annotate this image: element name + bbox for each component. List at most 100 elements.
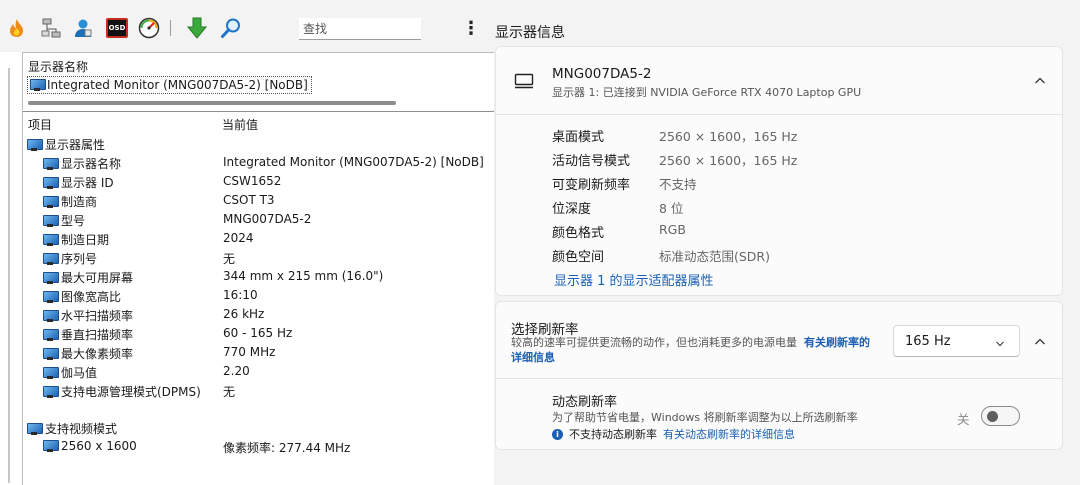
monitor-icon <box>27 422 43 435</box>
row-value: CSW1652 <box>223 174 282 188</box>
row-value: 16:10 <box>223 288 258 302</box>
detail-key: 桌面模式 <box>552 130 605 145</box>
row-value: 60 - 165 Hz <box>223 326 293 340</box>
row-key: 序列号 <box>61 252 98 266</box>
monitor-icon <box>43 176 59 189</box>
detail-key: 位深度 <box>552 202 592 217</box>
monitor-header[interactable]: MNG007DA5-2 显示器 1: 已连接到 NVIDIA GeForce R… <box>496 47 1062 115</box>
refresh-rate-desc-text: 较高的速率可提供更流畅的动作，但也消耗更多的电源电量 <box>511 336 797 349</box>
table-row[interactable]: 显示器名称 Integrated Monitor (MNG007DA5-2) [… <box>23 153 493 172</box>
group-label: 支持视频模式 <box>45 422 118 436</box>
dynamic-refresh-help-link[interactable]: 有关动态刷新率的详细信息 <box>663 426 795 442</box>
table-row[interactable]: 序列号 无 <box>23 248 493 267</box>
detail-value: RGB <box>659 222 686 237</box>
monitor-icon <box>43 195 59 208</box>
chevron-up-icon[interactable] <box>1034 75 1046 87</box>
refresh-rate-description: 较高的速率可提供更流畅的动作，但也消耗更多的电源电量 有关刷新率的详细信息 <box>511 335 876 365</box>
detail-key: 可变刷新频率 <box>552 178 631 193</box>
monitor-icon <box>30 79 46 91</box>
user-icon[interactable] <box>72 17 94 39</box>
monitor-name: MNG007DA5-2 <box>552 66 652 82</box>
monitor-icon <box>43 233 59 246</box>
row-value: 无 <box>223 385 236 399</box>
search-icon[interactable] <box>220 17 242 39</box>
properties-list: 项目 当前值 显示器属性 显示器名称 Integrated Monitor (M… <box>22 111 494 485</box>
row-value: 26 kHz <box>223 307 265 321</box>
detail-row: 可变刷新频率 不支持 <box>552 171 1032 193</box>
row-value: CSOT T3 <box>223 193 275 207</box>
table-row[interactable]: 支持电源管理模式(DPMS) 无 <box>23 381 493 400</box>
gauge-icon[interactable] <box>138 17 160 39</box>
download-icon[interactable] <box>186 17 208 39</box>
detail-value: 2560 × 1600，165 Hz <box>659 153 798 168</box>
network-icon[interactable] <box>40 17 62 39</box>
toolbar: OSD ⋮ <box>0 0 494 52</box>
table-row[interactable]: 水平扫描频率 26 kHz <box>23 305 493 324</box>
row-key: 型号 <box>61 214 86 228</box>
display-icon <box>514 73 534 89</box>
table-row[interactable]: 型号 MNG007DA5-2 <box>23 210 493 229</box>
row-value: 770 MHz <box>223 345 276 359</box>
detail-key: 颜色格式 <box>552 226 605 241</box>
table-row[interactable]: 制造日期 2024 <box>23 229 493 248</box>
group-display-properties[interactable]: 显示器属性 <box>23 134 493 153</box>
monitor-icon <box>43 271 59 284</box>
monitor-connection: 显示器 1: 已连接到 NVIDIA GeForce RTX 4070 Lapt… <box>552 86 862 99</box>
table-row[interactable]: 2560 x 1600 像素频率: 277.44 MHz <box>23 437 493 456</box>
row-key: 伽马值 <box>61 366 98 380</box>
column-header-value[interactable]: 当前值 <box>222 116 258 133</box>
monitor-icon <box>43 157 59 170</box>
group-video-modes[interactable]: 支持视频模式 <box>23 418 493 437</box>
group-label: 显示器属性 <box>45 138 106 152</box>
detail-value: 8 位 <box>659 201 684 216</box>
osd-icon[interactable]: OSD <box>106 17 128 39</box>
row-value: MNG007DA5-2 <box>223 212 312 226</box>
info-icon: i <box>552 428 563 440</box>
row-value: 344 mm x 215 mm (16.0") <box>223 269 384 283</box>
row-key: 图像宽高比 <box>61 290 122 304</box>
monitor-icon <box>43 328 59 341</box>
display-names-item-label: Integrated Monitor (MNG007DA5-2) [NoDB] <box>47 78 308 92</box>
row-key: 最大像素频率 <box>61 347 134 361</box>
dynamic-refresh-title: 动态刷新率 <box>552 395 618 410</box>
row-value: 像素频率: 277.44 MHz <box>223 441 351 455</box>
row-key: 显示器名称 <box>61 157 122 171</box>
horizontal-scrollbar[interactable] <box>28 101 396 105</box>
monitor-icon <box>43 290 59 303</box>
detail-row: 活动信号模式 2560 × 1600，165 Hz <box>552 147 1032 169</box>
table-row[interactable]: 垂直扫描频率 60 - 165 Hz <box>23 324 493 343</box>
monitor-icon <box>27 138 43 151</box>
dynamic-refresh-toggle[interactable] <box>981 406 1020 426</box>
dynamic-refresh-info: i 不支持动态刷新率 有关动态刷新率的详细信息 <box>552 426 795 442</box>
table-row[interactable]: 最大像素频率 770 MHz <box>23 343 493 362</box>
table-row[interactable]: 图像宽高比 16:10 <box>23 286 493 305</box>
row-key: 显示器 ID <box>61 176 114 190</box>
monitor-icon <box>43 385 59 398</box>
refresh-rate-dropdown[interactable]: 165 Hz <box>893 325 1020 357</box>
table-row[interactable]: 最大可用屏幕 344 mm x 215 mm (16.0") <box>23 267 493 286</box>
monitor-info-card: MNG007DA5-2 显示器 1: 已连接到 NVIDIA GeForce R… <box>495 46 1063 296</box>
search-input[interactable] <box>299 18 421 40</box>
flame-icon[interactable] <box>6 17 28 39</box>
detail-key: 活动信号模式 <box>552 154 631 169</box>
page-title: 显示器信息 <box>495 25 565 41</box>
chevron-down-icon <box>995 337 1005 351</box>
display-names-item[interactable]: Integrated Monitor (MNG007DA5-2) [NoDB] <box>27 76 312 94</box>
row-value: 2024 <box>223 231 254 245</box>
column-header-item[interactable]: 项目 <box>28 116 52 133</box>
monitor-icon <box>43 252 59 265</box>
chevron-up-icon[interactable] <box>1034 336 1046 348</box>
adapter-properties-link[interactable]: 显示器 1 的显示适配器属性 <box>554 270 714 289</box>
table-row[interactable]: 伽马值 2.20 <box>23 362 493 381</box>
refresh-rate-section: 选择刷新率 较高的速率可提供更流畅的动作，但也消耗更多的电源电量 有关刷新率的详… <box>496 302 1062 379</box>
row-value: Integrated Monitor (MNG007DA5-2) [NoDB] <box>223 155 484 169</box>
more-menu-icon[interactable]: ⋮ <box>462 18 480 40</box>
refresh-rate-selected: 165 Hz <box>905 334 951 349</box>
left-scrollbar[interactable] <box>8 68 10 483</box>
detail-row: 桌面模式 2560 × 1600，165 Hz <box>552 123 1032 145</box>
detail-value: 不支持 <box>659 177 697 192</box>
table-row[interactable]: 制造商 CSOT T3 <box>23 191 493 210</box>
table-row[interactable]: 显示器 ID CSW1652 <box>23 172 493 191</box>
monitor-icon <box>43 347 59 360</box>
monitor-icon <box>43 309 59 322</box>
